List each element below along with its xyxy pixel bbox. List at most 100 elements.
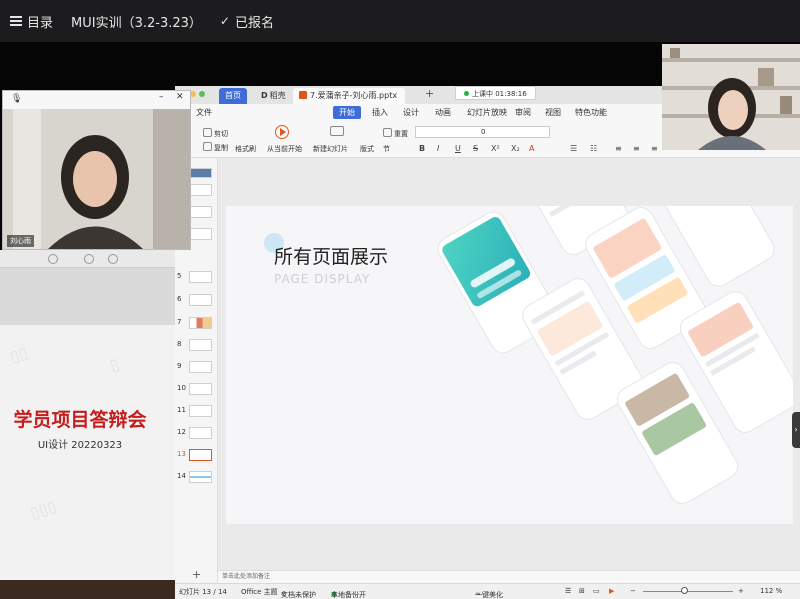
menu-start[interactable]: 开始 bbox=[333, 106, 361, 119]
underline-icon[interactable]: U bbox=[455, 144, 461, 153]
layout-button[interactable]: 版式 bbox=[360, 144, 374, 154]
defense-subtitle: UI设计 20220323 bbox=[37, 440, 123, 451]
menu-view[interactable]: 视图 bbox=[545, 107, 561, 118]
thumbnail-6[interactable] bbox=[189, 294, 212, 306]
thumbnail-13-active[interactable] bbox=[189, 449, 212, 461]
menu-file[interactable]: 文件 bbox=[196, 107, 212, 118]
catalog-button[interactable]: 目录 bbox=[10, 12, 53, 31]
reset-icon bbox=[383, 128, 392, 137]
thumbnail-10[interactable] bbox=[189, 383, 212, 395]
italic-icon[interactable]: I bbox=[437, 144, 439, 153]
font-color-icon[interactable]: A bbox=[529, 144, 534, 153]
tab-document-label: 7.爱蒲亲子-刘心雨.pptx bbox=[310, 91, 398, 100]
maximize-dot-icon[interactable] bbox=[199, 91, 205, 97]
thumbnail-number: 6 bbox=[177, 295, 182, 303]
enrolled-label: 已报名 bbox=[234, 15, 274, 31]
thumbnail-top-3[interactable] bbox=[189, 206, 212, 218]
participant-video-window[interactable]: 🎙 – ✕ 刘心雨 bbox=[2, 90, 191, 250]
play-slideshow-icon[interactable]: ▶ bbox=[609, 587, 614, 595]
cut-button[interactable]: 剪切 bbox=[203, 128, 228, 139]
reset-label: 重置 bbox=[394, 130, 408, 138]
new-slide-icon[interactable] bbox=[330, 126, 346, 137]
list-icon[interactable]: ☰ bbox=[570, 144, 577, 153]
tab-home[interactable]: 首页 bbox=[219, 88, 247, 104]
menu-special[interactable]: 特色功能 bbox=[575, 107, 607, 118]
play-from-start-button[interactable]: 从当前开始 bbox=[267, 144, 302, 154]
notes-field[interactable]: 单击此处添加备注 bbox=[218, 570, 800, 583]
bold-icon[interactable]: B bbox=[419, 144, 425, 153]
view-sorter-icon[interactable]: ⊞ bbox=[579, 587, 585, 595]
microphone-icon[interactable]: 🎙 bbox=[11, 94, 22, 104]
play-icon[interactable] bbox=[275, 125, 289, 141]
align-left-icon[interactable]: ≡ bbox=[615, 144, 622, 153]
add-slide-icon[interactable]: + bbox=[192, 568, 201, 581]
new-tab-icon[interactable]: + bbox=[425, 87, 434, 100]
superscript-icon[interactable]: X² bbox=[491, 144, 500, 153]
beautify-label: 一键美化 bbox=[475, 591, 503, 599]
copy-label: 复制 bbox=[214, 144, 228, 152]
menu-review[interactable]: 审阅 bbox=[515, 107, 531, 118]
participant-image bbox=[3, 109, 190, 249]
thumbnail-top-2[interactable] bbox=[189, 184, 212, 196]
zoom-in-icon[interactable]: + bbox=[738, 587, 744, 595]
thumbnail-14[interactable] bbox=[189, 471, 212, 483]
tab-document[interactable]: 7.爱蒲亲子-刘心雨.pptx bbox=[293, 88, 405, 104]
view-normal-icon[interactable]: ☰ bbox=[565, 587, 571, 595]
thumbnail-9[interactable] bbox=[189, 361, 212, 373]
menu-insert[interactable]: 插入 bbox=[372, 107, 388, 118]
video-titlebar: 🎙 – ✕ bbox=[3, 91, 190, 109]
thumbnail-top-4[interactable] bbox=[189, 228, 212, 240]
watermark-shape: ▯▯ bbox=[7, 342, 31, 367]
thumbnail-8[interactable] bbox=[189, 339, 212, 351]
menu-slideshow[interactable]: 幻灯片放映 bbox=[467, 107, 507, 118]
menu-design[interactable]: 设计 bbox=[403, 107, 419, 118]
section-button[interactable]: 节 bbox=[383, 144, 390, 154]
zoom-slider[interactable] bbox=[643, 591, 733, 592]
scissors-icon bbox=[203, 128, 212, 137]
new-slide-button[interactable]: 新建幻灯片 bbox=[313, 144, 348, 154]
thumbnail-7[interactable] bbox=[189, 317, 212, 329]
current-slide[interactable]: 所有页面展示 PAGE DISPLAY bbox=[226, 206, 793, 524]
theme-name: Office 主题 bbox=[241, 588, 278, 596]
minimize-icon[interactable]: – bbox=[159, 92, 164, 102]
close-icon[interactable]: ✕ bbox=[176, 92, 184, 102]
watermark-shape: ▯ bbox=[107, 354, 122, 375]
teacher-video[interactable] bbox=[662, 44, 800, 150]
thumbnail-number: 7 bbox=[177, 318, 182, 326]
reset-button[interactable]: 重置 bbox=[383, 128, 408, 139]
thumbnail-top[interactable] bbox=[189, 168, 212, 178]
participant-name-badge: 刘心雨 bbox=[7, 235, 34, 247]
zoom-out-icon[interactable]: − bbox=[630, 587, 636, 595]
menu-animation[interactable]: 动画 bbox=[435, 107, 451, 118]
view-reading-icon[interactable]: ▭ bbox=[593, 587, 600, 595]
thumbnail-number: 5 bbox=[177, 272, 182, 280]
thumbnail-12[interactable] bbox=[189, 427, 212, 439]
catalog-label: 目录 bbox=[27, 15, 54, 31]
pointer-icon[interactable] bbox=[108, 254, 118, 264]
side-handle-chevron-icon[interactable]: › bbox=[792, 412, 800, 448]
align-right-icon[interactable]: ≡ bbox=[651, 144, 658, 153]
shape-icon[interactable] bbox=[84, 254, 94, 264]
subscript-icon[interactable]: X₂ bbox=[511, 144, 520, 153]
align-center-icon[interactable]: ≡ bbox=[633, 144, 640, 153]
tab-daoke[interactable]: D 稻壳 bbox=[255, 88, 292, 104]
strikethrough-icon[interactable]: S bbox=[473, 144, 478, 153]
thumbnail-number: 14 bbox=[177, 472, 186, 480]
pen-icon[interactable] bbox=[48, 254, 58, 264]
thumbnail-5[interactable] bbox=[189, 271, 212, 283]
format-painter-button[interactable]: 格式刷 bbox=[235, 144, 256, 154]
zoom-slider-handle[interactable] bbox=[681, 587, 688, 594]
thumbnail-11[interactable] bbox=[189, 405, 212, 417]
class-timer: 上课中 01:38:16 bbox=[455, 86, 536, 100]
font-size-input[interactable]: 0 bbox=[415, 126, 550, 138]
panel-bottom-strip bbox=[0, 580, 175, 599]
wps-window: 首页 D 稻壳 7.爱蒲亲子-刘心雨.pptx + 上课中 01:38:16 文件… bbox=[175, 86, 800, 599]
course-title: MUI实训（3.2-3.23） bbox=[71, 15, 202, 31]
pptx-icon bbox=[299, 91, 307, 99]
slide-title: 所有页面展示 bbox=[274, 246, 388, 268]
participant-video: 刘心雨 bbox=[3, 109, 190, 249]
slide-counter: 幻灯片 13 / 14 bbox=[179, 588, 227, 596]
numbered-list-icon[interactable]: ☷ bbox=[590, 144, 597, 153]
copy-button[interactable]: 复制 bbox=[203, 142, 228, 153]
thumbnail-number: 10 bbox=[177, 384, 186, 392]
